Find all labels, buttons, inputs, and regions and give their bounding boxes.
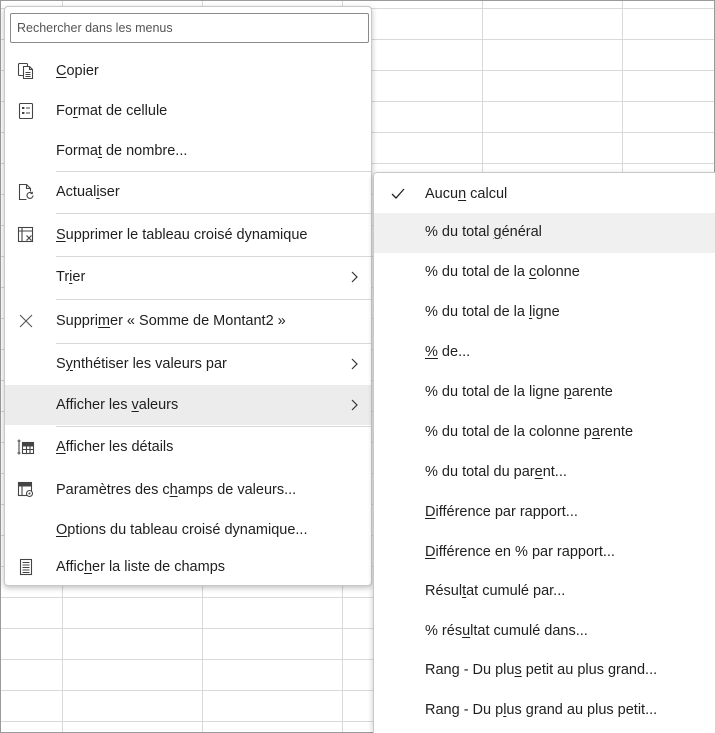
submenu-item-label: Résultat cumulé par...: [425, 583, 566, 599]
show-details-icon: [17, 438, 35, 456]
menu-item-remove-field[interactable]: Supprimer « Somme de Montant2 »: [5, 301, 371, 341]
menu-item-summarize-values[interactable]: Synthétiser les valeurs par: [5, 344, 371, 384]
submenu-item-label: % du total de la colonne: [425, 264, 580, 280]
menu-item-refresh[interactable]: Actualiser: [5, 172, 371, 212]
field-settings-icon: [17, 481, 35, 499]
submenu-item-no-calculation[interactable]: Aucun calcul: [374, 175, 715, 215]
submenu-item-rank-ascending[interactable]: Rang - Du plus petit au plus grand...: [374, 651, 715, 691]
submenu-item-label: % de...: [425, 344, 471, 360]
show-values-as-submenu: Aucun calcul % du total général % du tot…: [373, 172, 715, 733]
menu-item-pivot-options[interactable]: Options du tableau croisé dynamique...: [5, 510, 371, 550]
refresh-icon: [17, 183, 35, 201]
field-list-icon: [17, 558, 35, 576]
menu-item-format-cells[interactable]: Format de cellule: [5, 91, 371, 131]
submenu-item-label: % du total de la ligne: [425, 304, 560, 320]
menu-item-label: Actualiser: [56, 184, 120, 200]
submenu-item-label: % résultat cumulé dans...: [425, 623, 588, 639]
submenu-item-difference-from[interactable]: Différence par rapport...: [374, 493, 715, 533]
submenu-item-label: Différence par rapport...: [425, 504, 578, 520]
menu-search-box[interactable]: [10, 13, 369, 43]
submenu-item-label: Rang - Du plus petit au plus grand...: [425, 662, 658, 678]
menu-item-number-format[interactable]: Format de nombre...: [5, 131, 371, 171]
menu-item-copy[interactable]: Copier: [5, 51, 371, 91]
submenu-item-label: Aucun calcul: [425, 186, 508, 202]
submenu-item-pct-grand-total[interactable]: % du total général: [374, 213, 715, 253]
submenu-item-pct-parent[interactable]: % du total du parent...: [374, 453, 715, 493]
submenu-item-pct-parent-column[interactable]: % du total de la colonne parente: [374, 413, 715, 453]
submenu-item-label: % du total du parent...: [425, 464, 567, 480]
menu-item-label: Options du tableau croisé dynamique...: [56, 522, 308, 538]
context-menu: Copier Format de cellule Format de nombr…: [4, 6, 372, 586]
submenu-item-label: Rang - Du plus grand au plus petit...: [425, 702, 658, 718]
submenu-item-label: % du total général: [425, 224, 542, 240]
submenu-item-pct-of[interactable]: % de...: [374, 333, 715, 373]
menu-separator: [56, 299, 371, 300]
menu-item-label: Afficher les valeurs: [56, 397, 179, 413]
menu-separator: [56, 213, 371, 214]
menu-item-label: Synthétiser les valeurs par: [56, 356, 227, 372]
submenu-item-running-total[interactable]: Résultat cumulé par...: [374, 572, 715, 612]
submenu-item-label: % du total de la colonne parente: [425, 424, 634, 440]
chevron-right-icon: [349, 397, 359, 413]
submenu-item-pct-difference-from[interactable]: Différence en % par rapport...: [374, 533, 715, 573]
submenu-item-label: Différence en % par rapport...: [425, 544, 615, 560]
submenu-item-label: % du total de la ligne parente: [425, 384, 613, 400]
menu-item-label: Supprimer le tableau croisé dynamique: [56, 227, 308, 243]
submenu-item-pct-parent-row[interactable]: % du total de la ligne parente: [374, 373, 715, 413]
checkmark-icon: [391, 188, 405, 200]
menu-item-label: Copier: [56, 63, 99, 79]
menu-item-value-field-settings[interactable]: Paramètres des champs de valeurs...: [5, 470, 371, 510]
menu-item-delete-pivot[interactable]: Supprimer le tableau croisé dynamique: [5, 215, 371, 255]
copy-icon: [17, 62, 35, 80]
menu-item-show-details[interactable]: Afficher les détails: [5, 427, 371, 467]
menu-item-label: Format de cellule: [56, 103, 168, 119]
menu-item-sort[interactable]: Trier: [5, 257, 371, 297]
menu-item-label: Trier: [56, 269, 86, 285]
menu-item-label: Paramètres des champs de valeurs...: [56, 482, 297, 498]
menu-item-show-field-list[interactable]: Afficher la liste de champs: [5, 547, 371, 587]
menu-item-show-values-as[interactable]: Afficher les valeurs: [5, 385, 371, 425]
submenu-item-pct-column-total[interactable]: % du total de la colonne: [374, 253, 715, 293]
submenu-item-pct-running-total[interactable]: % résultat cumulé dans...: [374, 612, 715, 652]
menu-item-label: Afficher la liste de champs: [56, 559, 226, 575]
close-icon: [17, 312, 35, 330]
menu-item-label: Afficher les détails: [56, 439, 174, 455]
submenu-item-rank-descending[interactable]: Rang - Du plus grand au plus petit...: [374, 691, 715, 731]
chevron-right-icon: [349, 269, 359, 285]
format-cells-icon: [17, 102, 35, 120]
delete-pivot-icon: [17, 226, 35, 244]
submenu-item-pct-row-total[interactable]: % du total de la ligne: [374, 293, 715, 333]
menu-search-input[interactable]: [11, 14, 368, 42]
chevron-right-icon: [349, 356, 359, 372]
menu-item-label: Format de nombre...: [56, 143, 188, 159]
menu-item-label: Supprimer « Somme de Montant2 »: [56, 313, 286, 329]
